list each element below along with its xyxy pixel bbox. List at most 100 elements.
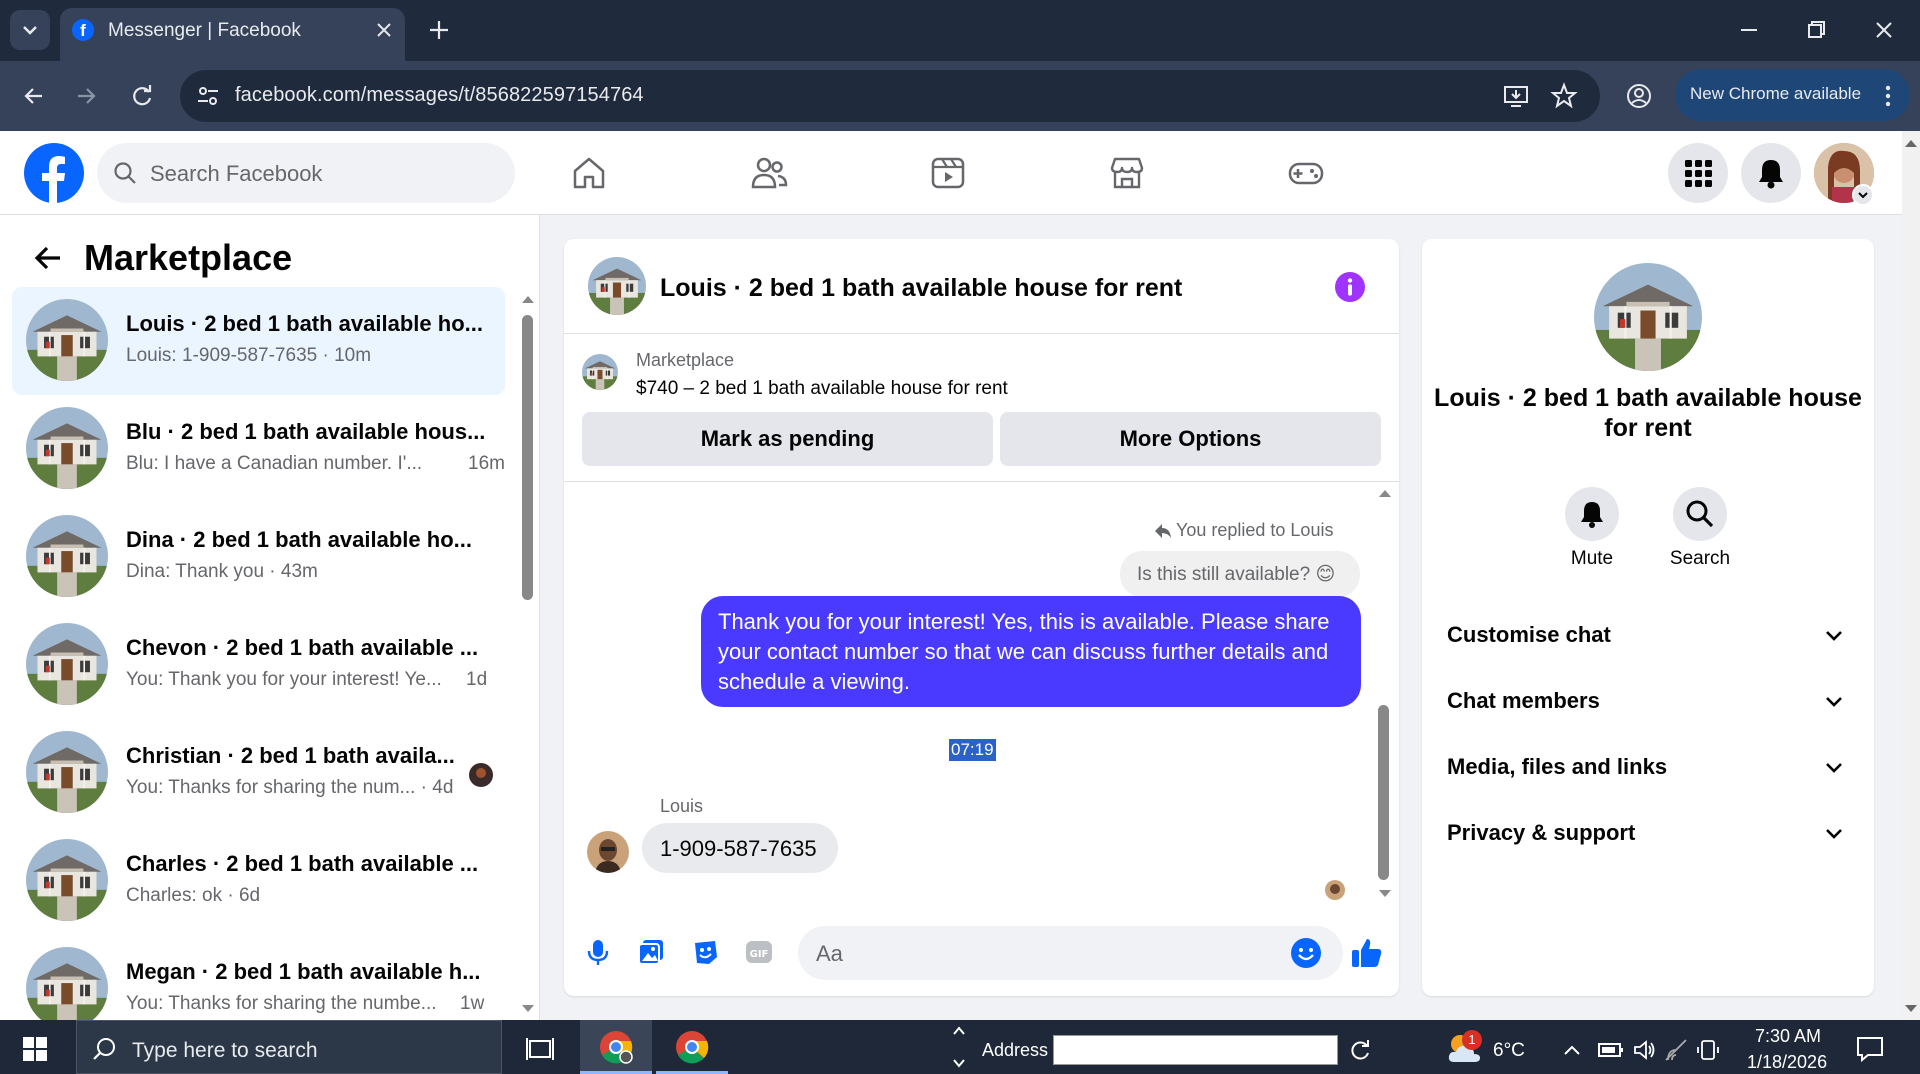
- menu-grid-button[interactable]: [1668, 143, 1728, 203]
- section-label: Privacy & support: [1447, 820, 1636, 845]
- conversation-preview: Charles: ok · 6d: [126, 885, 261, 906]
- facebook-search-placeholder: Search Facebook: [150, 161, 323, 186]
- chat-members-section[interactable]: Chat members: [1447, 680, 1852, 720]
- new-chrome-label: New Chrome available: [1690, 84, 1862, 103]
- reload-button[interactable]: [128, 82, 156, 110]
- listing-title[interactable]: $740 – 2 bed 1 bath available house for …: [636, 378, 1008, 400]
- start-button[interactable]: [22, 1036, 48, 1062]
- facebook-favicon-icon: f: [72, 19, 94, 41]
- taskbar-chrome-profile-button[interactable]: [580, 1020, 652, 1074]
- tab-search-button[interactable]: [10, 10, 50, 50]
- customise-chat-section[interactable]: Customise chat: [1447, 614, 1852, 654]
- nav-gaming-button[interactable]: [1287, 154, 1325, 192]
- window-close-button[interactable]: [1870, 16, 1898, 44]
- weather-temperature[interactable]: 6°C: [1493, 1040, 1525, 1062]
- notifications-button[interactable]: [1741, 143, 1801, 203]
- bell-icon: [1759, 160, 1783, 189]
- page-scrollbar[interactable]: [1902, 131, 1920, 1020]
- back-button[interactable]: [20, 82, 48, 110]
- chat-info-button[interactable]: [1334, 271, 1366, 303]
- chat-avatar[interactable]: [588, 257, 646, 315]
- conversation-item[interactable]: Christian · 2 bed 1 bath availa... You: T…: [12, 719, 505, 827]
- arrow-left-icon: [24, 88, 42, 104]
- attach-photo-button[interactable]: [636, 937, 666, 967]
- taskbar-chrome-button[interactable]: [656, 1020, 728, 1074]
- sticker-icon: [695, 941, 717, 964]
- triangle-up-icon: [1379, 490, 1391, 497]
- taskbar-clock-time[interactable]: 7:30 AM: [1755, 1026, 1821, 1047]
- grid-icon: [1685, 160, 1712, 187]
- search-in-conversation-button[interactable]: [1673, 487, 1727, 541]
- conversation-avatar: [26, 839, 108, 921]
- page-scroll-up-arrow[interactable]: [1904, 138, 1918, 148]
- page-scroll-down-arrow[interactable]: [1904, 1004, 1918, 1014]
- conversation-preview: You: Thanks for sharing the numbe...: [126, 993, 437, 1014]
- install-app-button[interactable]: [1502, 82, 1530, 110]
- privacy-support-section[interactable]: Privacy & support: [1447, 812, 1852, 852]
- more-options-button[interactable]: More Options: [1000, 412, 1381, 466]
- bookmark-button[interactable]: [1550, 82, 1578, 110]
- conversation-item[interactable]: Dina · 2 bed 1 bath available ho... Dina:…: [12, 503, 505, 611]
- emoji-button[interactable]: [1290, 937, 1322, 969]
- media-files-links-section[interactable]: Media, files and links: [1447, 746, 1852, 786]
- device-icon[interactable]: [1696, 1038, 1720, 1062]
- profile-button[interactable]: [1625, 82, 1653, 110]
- mark-as-pending-button[interactable]: Mark as pending: [582, 412, 993, 466]
- notification-center-button[interactable]: [1856, 1036, 1884, 1062]
- chat-scroll-up-arrow[interactable]: [1378, 488, 1392, 498]
- address-toolbar-input[interactable]: [1053, 1035, 1338, 1065]
- minimize-button[interactable]: [1735, 16, 1763, 44]
- conversation-item[interactable]: Blu · 2 bed 1 bath available hous... Blu:…: [12, 395, 505, 503]
- details-title: Louis · 2 bed 1 bath available house for…: [1434, 384, 1862, 442]
- conversation-avatar: [26, 515, 108, 597]
- new-tab-button[interactable]: [425, 16, 453, 44]
- conversation-list-scrollbar[interactable]: [522, 315, 533, 600]
- conversation-item[interactable]: Chevon · 2 bed 1 bath available ... You: …: [12, 611, 505, 719]
- nav-marketplace-button[interactable]: [1108, 154, 1146, 192]
- smiley-icon: [1291, 938, 1321, 968]
- mute-button[interactable]: [1565, 487, 1619, 541]
- tab-close-button[interactable]: [372, 18, 396, 42]
- nav-video-button[interactable]: [929, 154, 967, 192]
- plus-icon: [430, 21, 448, 39]
- chat-scrollbar[interactable]: [1378, 705, 1389, 880]
- house-photo-icon: [1594, 263, 1702, 371]
- network-icon[interactable]: [1664, 1038, 1688, 1062]
- listing-thumbnail[interactable]: [582, 354, 618, 390]
- site-info-button[interactable]: [194, 82, 222, 110]
- task-view-icon: [526, 1038, 554, 1060]
- task-view-button[interactable]: [526, 1036, 554, 1062]
- details-avatar[interactable]: [1594, 263, 1702, 371]
- chrome-menu-button[interactable]: [1880, 82, 1896, 110]
- scroll-down-arrow[interactable]: [521, 1004, 535, 1014]
- battery-icon[interactable]: [1598, 1040, 1624, 1060]
- conversation-item[interactable]: Louis · 2 bed 1 bath available ho... Loui…: [12, 287, 505, 395]
- voice-clip-button[interactable]: [583, 937, 613, 967]
- address-go-button[interactable]: [1348, 1038, 1372, 1062]
- forward-button[interactable]: [72, 82, 100, 110]
- gif-button[interactable]: GIF: [744, 937, 774, 967]
- scroll-up-arrow[interactable]: [521, 294, 535, 304]
- house-photo-icon: [26, 947, 108, 1029]
- sticker-button[interactable]: [690, 937, 720, 967]
- nav-home-button[interactable]: [570, 154, 608, 192]
- conversation-time: 1d: [466, 669, 488, 690]
- chat-title[interactable]: Louis · 2 bed 1 bath available house for…: [660, 274, 1182, 303]
- show-hidden-icons-button[interactable]: [1562, 1040, 1582, 1060]
- sender-avatar[interactable]: [587, 831, 629, 873]
- conversation-item[interactable]: Charles · 2 bed 1 bath available ... Char…: [12, 827, 505, 935]
- url-text[interactable]: facebook.com/messages/t/856822597154764: [235, 84, 644, 107]
- message-input[interactable]: [798, 926, 1343, 980]
- taskbar-clock-date[interactable]: 1/18/2026: [1747, 1052, 1827, 1073]
- send-like-button[interactable]: [1349, 935, 1385, 971]
- volume-icon[interactable]: [1632, 1038, 1656, 1062]
- gamepad-icon: [1288, 162, 1324, 185]
- nav-friends-button[interactable]: [750, 154, 788, 192]
- toolbar-scroll-buttons[interactable]: [952, 1024, 966, 1070]
- chat-scroll-down-arrow[interactable]: [1378, 889, 1392, 899]
- back-to-chats-button[interactable]: [32, 242, 64, 274]
- account-menu-button[interactable]: [1852, 184, 1874, 206]
- restore-button[interactable]: [1802, 16, 1830, 44]
- section-label: Customise chat: [1447, 622, 1611, 647]
- facebook-logo[interactable]: [24, 143, 84, 203]
